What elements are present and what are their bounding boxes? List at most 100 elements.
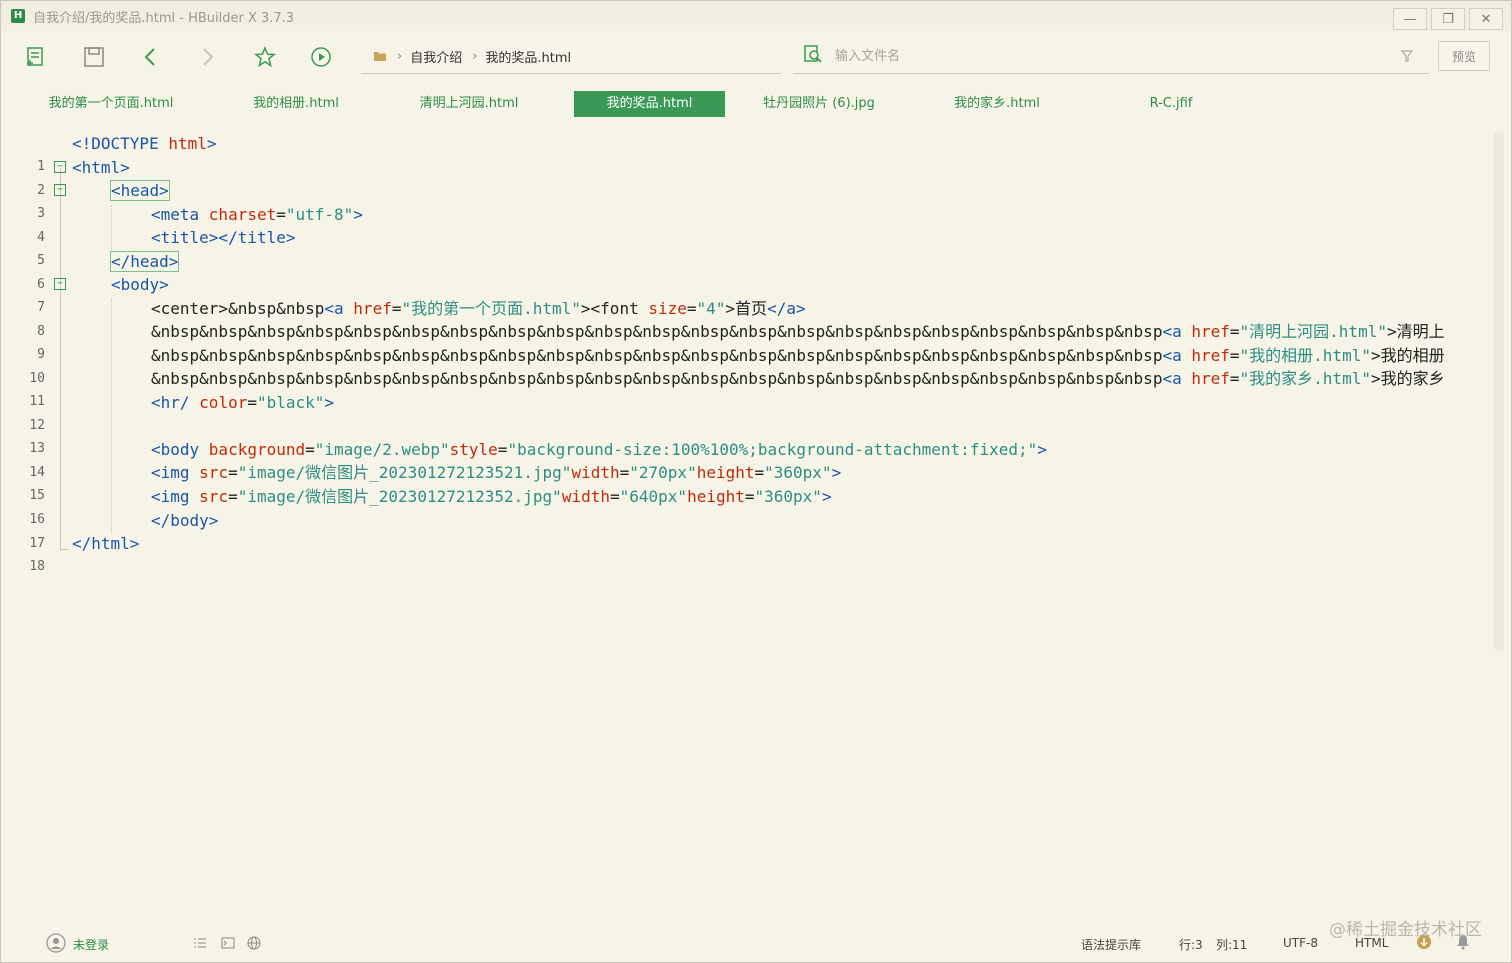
close-button[interactable]: ✕ [1469,8,1503,30]
tab-qingming[interactable]: 清明上河园.html [401,91,537,117]
code-token: </body> [151,511,219,530]
window-controls: — ❐ ✕ [1389,8,1503,30]
code-token: &nbsp&nbsp&nbsp&nbsp&nbsp&nbsp&nbsp&nbsp… [151,369,1163,388]
save-icon[interactable] [81,44,107,70]
code-token: color [199,393,248,412]
title-bar: H 自我介绍/我的奖品.html - HBuilder X 3.7.3 — ❐ … [1,1,1511,31]
code-token: "utf-8" [285,205,354,224]
vertical-scrollbar[interactable] [1494,131,1504,651]
code-token: = [619,463,630,482]
code-token: = [305,440,315,459]
code-line: 15 <img src="image/微信图片_202301272123521.… [1,461,1493,503]
code-line: 5 <title></title> [1,226,1493,268]
code-line: 3 − <head> [1,179,1493,221]
code-token: "360px" [754,487,822,506]
breadcrumb-item-folder[interactable]: 自我介绍 [410,47,462,66]
code-token: "360px" [764,463,832,482]
code-token: <hr/ [151,393,200,412]
forward-arrow-icon[interactable] [194,44,220,70]
star-icon[interactable] [252,44,278,70]
code-token: = [247,393,257,412]
code-token: <meta [151,205,209,224]
hbuilder-logo-icon: H [11,9,25,23]
breadcrumb-item-file[interactable]: 我的奖品.html [485,47,571,66]
tab-rc-jfif[interactable]: R-C.jfif [1139,91,1203,117]
code-line: 6 </head> [1,250,1493,292]
code-token: = [276,205,286,224]
code-token: width [561,487,610,506]
code-token: "background-size:100%100%;background-att… [507,440,1038,459]
code-line: 7 − <body> [1,273,1493,315]
code-token: = [228,487,238,506]
restore-button[interactable]: ❐ [1431,8,1465,30]
code-token: <a [1162,369,1192,388]
fold-toggle-icon[interactable]: − [54,278,66,290]
code-token: = [1229,369,1240,388]
watermark: @稀土掘金技术社区 [1329,920,1482,940]
code-token: </head> [109,251,180,272]
filter-icon[interactable] [1400,47,1414,66]
code-token: >首页 [725,299,768,318]
tab-first-page[interactable]: 我的第一个页面.html [31,91,191,117]
code-token: = [754,463,765,482]
code-token: height [696,463,755,482]
file-encoding[interactable]: UTF-8 [1283,936,1318,950]
breadcrumb: › 自我介绍 › 我的奖品.html [361,39,781,74]
code-token: <body [151,440,209,459]
code-token: "black" [256,393,325,412]
syntax-library[interactable]: 语法提示库 [1081,936,1141,953]
code-token: background [208,440,306,459]
code-token: <body> [111,275,169,294]
minimize-button[interactable]: — [1393,8,1427,30]
tab-album[interactable]: 我的相册.html [236,91,356,117]
tab-peony-photo[interactable]: 牡丹园照片 (6).jpg [753,91,885,117]
file-tabs: 我的第一个页面.html 我的相册.html 清明上河园.html 我的奖品.h… [1,91,1511,119]
code-token: <!DOCTYPE [72,134,169,153]
browser-icon[interactable] [247,936,263,953]
code-token: "4" [696,299,726,318]
outline-icon[interactable] [193,936,207,953]
code-token: > [831,463,842,482]
code-token: > [1037,440,1047,459]
code-token: height [687,487,745,506]
login-status[interactable]: 未登录 [73,936,109,953]
run-icon[interactable] [308,44,334,70]
file-search [793,39,1429,74]
status-bar: 未登录 语法提示库 行:3 列:11 UTF-8 HTML [1,929,1511,959]
code-token: &nbsp&nbsp&nbsp&nbsp&nbsp&nbsp&nbsp&nbsp… [151,322,1163,341]
code-token: href [353,299,392,318]
code-token: "270px" [629,463,697,482]
user-avatar-icon[interactable] [46,933,66,956]
code-token: "640px" [619,487,688,506]
terminal-icon[interactable] [221,936,235,953]
new-file-icon[interactable] [23,44,49,70]
code-token: <a [1162,346,1192,365]
tab-hometown[interactable]: 我的家乡.html [939,91,1055,117]
code-token: = [497,440,508,459]
code-token: href [1191,322,1230,341]
code-token: ><font [580,299,649,318]
file-search-input[interactable] [833,47,1377,65]
tab-prizes[interactable]: 我的奖品.html [574,91,725,117]
preview-button[interactable]: 预览 [1438,41,1490,71]
back-arrow-icon[interactable] [138,44,164,70]
code-line: 4 <meta charset="utf-8"> [1,203,1493,245]
code-token: "image/微信图片_202301272123521.jpg" [237,463,572,482]
code-line: 1 <!DOCTYPE html> [1,132,1493,174]
fold-toggle-icon[interactable]: − [54,161,66,173]
code-token: <head> [110,180,170,201]
code-token: href [1191,369,1230,388]
code-token: charset [208,205,277,224]
code-token: src [199,463,229,482]
code-token: <img [151,463,200,482]
code-token: = [228,463,238,482]
code-token: >我的相册 [1370,346,1445,365]
code-token: <a [1162,322,1192,341]
find-file-icon [803,44,823,68]
code-token: > [206,134,217,153]
fold-toggle-icon[interactable]: − [54,184,66,196]
code-line: 10 &nbsp&nbsp&nbsp&nbsp&nbsp&nbsp&nbsp&n… [1,344,1493,386]
code-token: href [1191,346,1230,365]
code-token: >我的家乡 [1370,369,1445,388]
chevron-right-icon: › [472,48,478,64]
